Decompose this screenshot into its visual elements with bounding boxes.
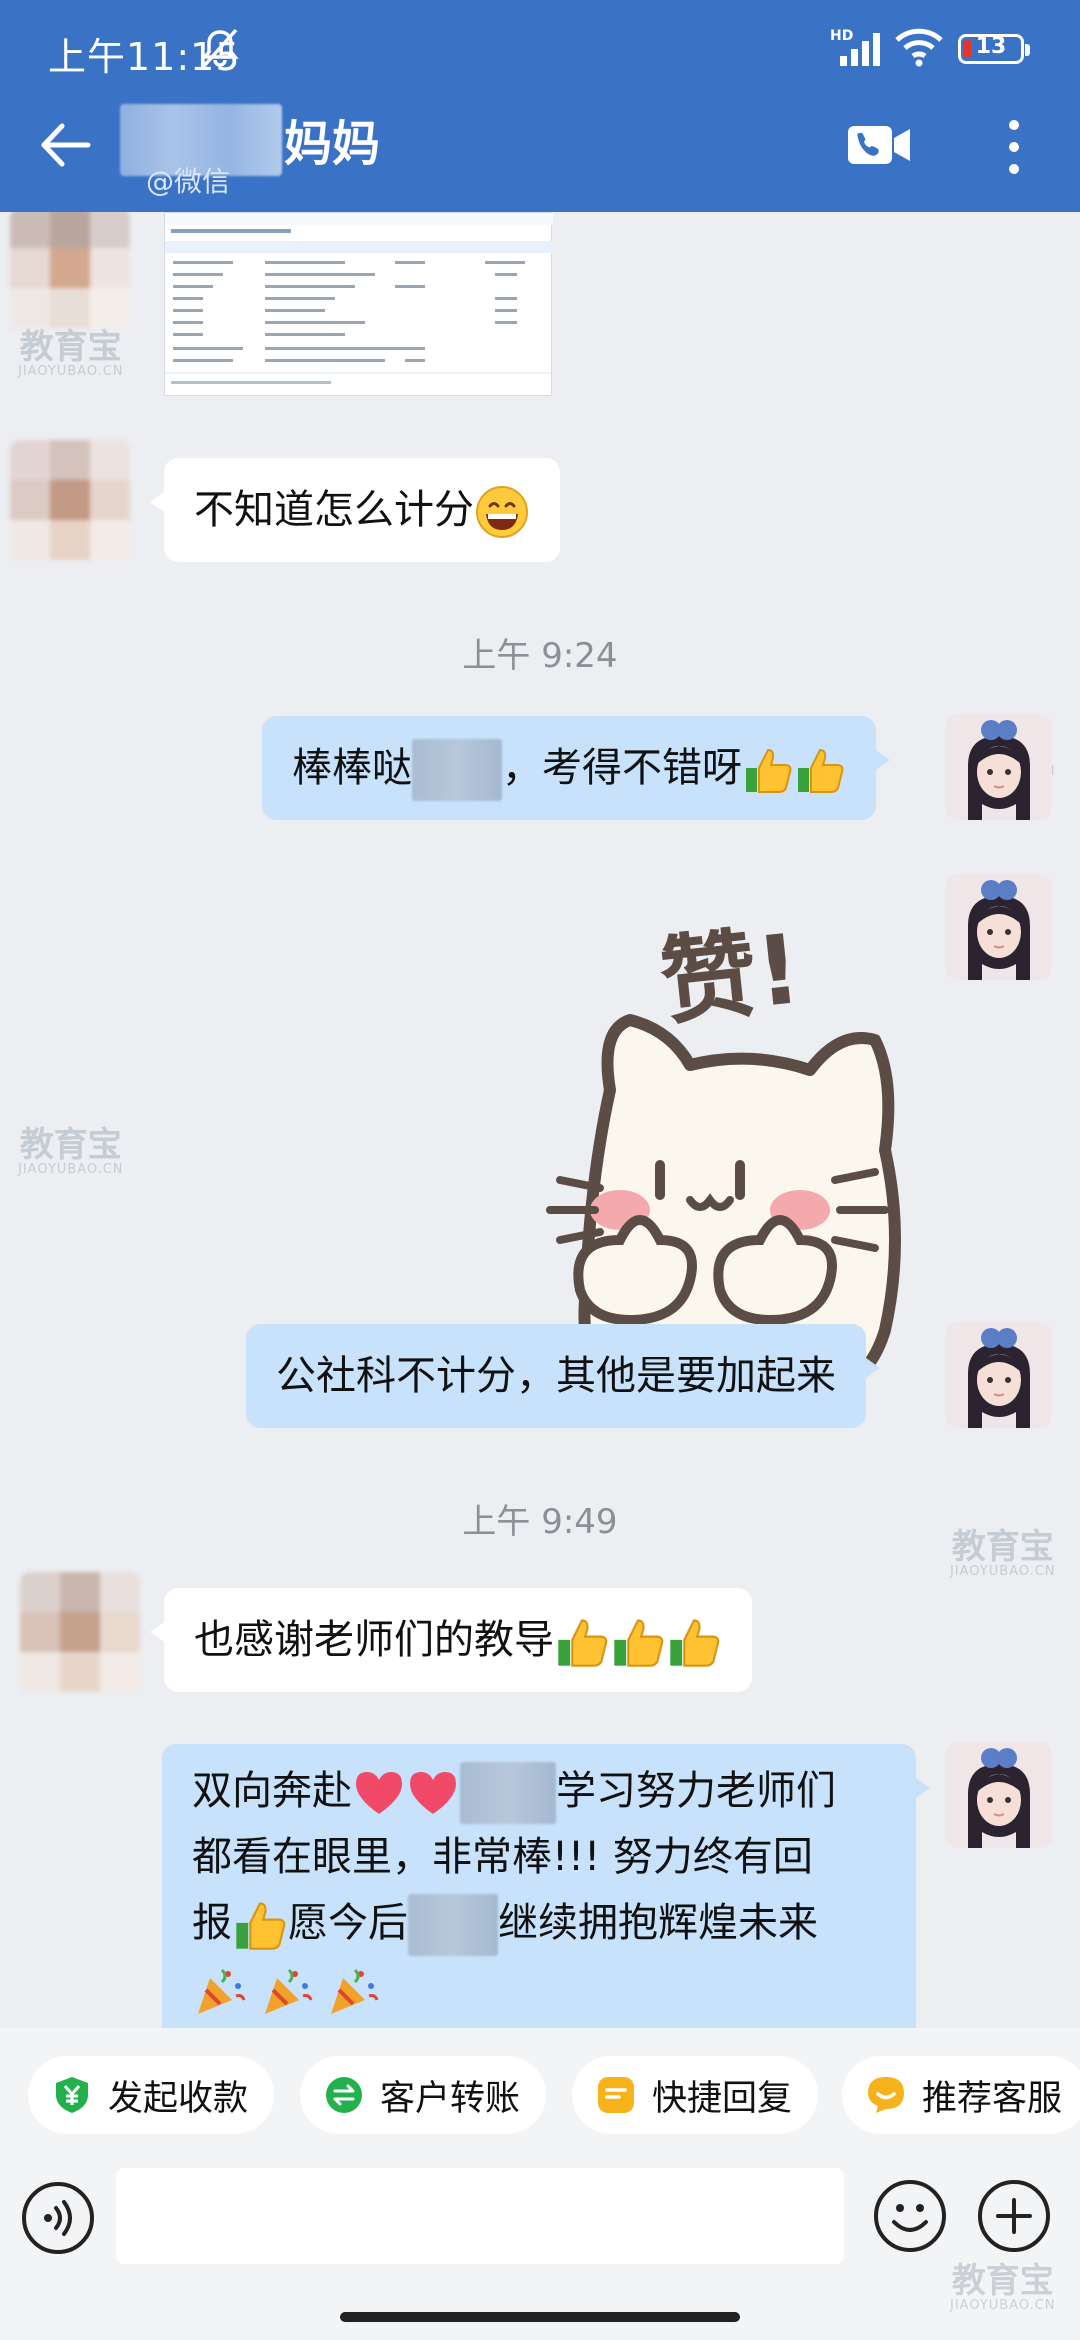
quick-action-recommend-service[interactable]: 推荐客服 [842,2056,1080,2134]
contact-avatar-blurred[interactable] [10,212,130,338]
avatar-illustration [946,1322,1052,1428]
message-line: 报愿今后 继续拥抱辉煌未来 [192,1890,886,1956]
party-popper-emoji-icon [331,1968,379,2014]
thumbs-up-emoji-icon [798,748,844,793]
thumbs-up-emoji-icon [746,748,792,793]
redacted-name [460,1762,556,1824]
outgoing-message[interactable]: 双向奔赴 学习努力老师们 都看在眼里，非常棒!!! 努力终有回 报愿今后 继续拥抱辉… [162,1744,930,2028]
mute-bell-icon [201,28,239,68]
contact-source: @微信 [146,165,231,198]
message-input[interactable] [116,2168,844,2264]
battery-icon: 13 [958,34,1030,64]
message-text: ，考得不错呀 [502,745,742,791]
message-line: 双向奔赴 学习努力老师们 [192,1758,886,1824]
recommend-icon [868,2077,904,2113]
timestamp: 上午 9:49 [462,1502,618,1542]
quick-action-bar: 发起收款 客户转账 快捷回复 推荐客服 [0,2028,1080,2168]
thumbs-up-emoji-icon [558,1619,608,1667]
status-bar: 上午11:15 HD 13 [0,0,1080,96]
sticker-text: 赞! [655,913,806,1039]
chip-label: 快捷回复 [652,2078,793,2119]
document-image-message[interactable] [164,212,553,396]
contact-avatar-blurred[interactable] [20,1572,140,1702]
message-text: 公社科不计分，其他是要加起来 [276,1353,836,1399]
heart-emoji-icon [410,1772,456,1814]
emoji-icon[interactable] [872,2178,948,2254]
timestamp: 上午 9:24 [462,636,618,676]
my-avatar[interactable] [946,1322,1052,1428]
grinning-emoji-icon [476,486,528,538]
home-indicator[interactable] [340,2312,740,2322]
contact-name[interactable]: 妈妈 [284,104,380,174]
watermark: 教育宝JIAOYUBAO.CN [950,2261,1056,2313]
chip-label: 客户转账 [380,2078,521,2119]
transfer-icon [326,2077,362,2113]
video-call-icon[interactable] [846,120,912,170]
outgoing-message[interactable]: 棒棒哒 ，考得不错呀 [262,716,890,820]
battery-level: 13 [975,34,1007,59]
heart-emoji-icon [356,1772,402,1814]
incoming-message[interactable]: 不知道怎么计分 [150,458,560,562]
avatar-illustration [946,1742,1052,1848]
document-preview [165,213,553,384]
quick-action-collect-payment[interactable]: 发起收款 [28,2056,275,2134]
voice-input-icon[interactable] [20,2180,96,2256]
yuan-shield-icon [56,2077,88,2113]
message-line [192,1956,886,2022]
message-line: 都看在眼里，非常棒!!! 努力终有回 [192,1834,813,1880]
contact-avatar-blurred[interactable] [10,440,130,570]
top-bar: 上午11:15 HD 13 妈妈 @微信 [0,0,1080,212]
party-popper-emoji-icon [264,1968,313,2014]
message-text: 棒棒哒 [292,745,412,791]
chat-header: 妈妈 @微信 [0,96,1080,212]
wifi-icon [895,28,943,67]
avatar-illustration [946,874,1052,980]
message-input-bar: 教育宝 JIAOYUBAO.CN [0,2168,1080,2340]
redacted-name [408,1894,498,1956]
message-text: 也感谢老师们的教导 [194,1617,554,1663]
outgoing-message[interactable]: 公社科不计分，其他是要加起来 [246,1324,880,1428]
quick-action-customer-transfer[interactable]: 客户转账 [300,2056,547,2134]
thumbs-up-emoji-icon [236,1902,286,1950]
quick-action-quick-reply[interactable]: 快捷回复 [572,2056,819,2134]
my-avatar[interactable] [946,1742,1052,1848]
party-popper-emoji-icon [198,1968,246,2014]
more-options-icon[interactable] [996,116,1032,178]
signal-icon [840,33,880,66]
back-arrow-icon[interactable] [38,118,92,172]
incoming-message[interactable]: 也感谢老师们的教导 [150,1588,752,1692]
add-more-icon[interactable] [976,2178,1052,2254]
watermark: 教育宝JIAOYUBAO.CN [18,1125,124,1177]
chip-label: 发起收款 [108,2078,249,2119]
quick-reply-icon [598,2077,634,2113]
thumbs-up-emoji-icon [614,1619,664,1667]
my-avatar[interactable] [946,714,1052,820]
my-avatar[interactable] [946,874,1052,980]
thumbs-up-emoji-icon [670,1619,720,1667]
message-text: 不知道怎么计分 [194,487,474,533]
avatar-illustration [946,714,1052,820]
chat-area[interactable]: 教育宝 JIAOYUBAO.CN 教育宝 JIAOYUBAO.CN 教育宝 JIAOY… [0,212,1080,2028]
chip-label: 推荐客服 [922,2078,1063,2119]
redacted-name [412,739,502,801]
